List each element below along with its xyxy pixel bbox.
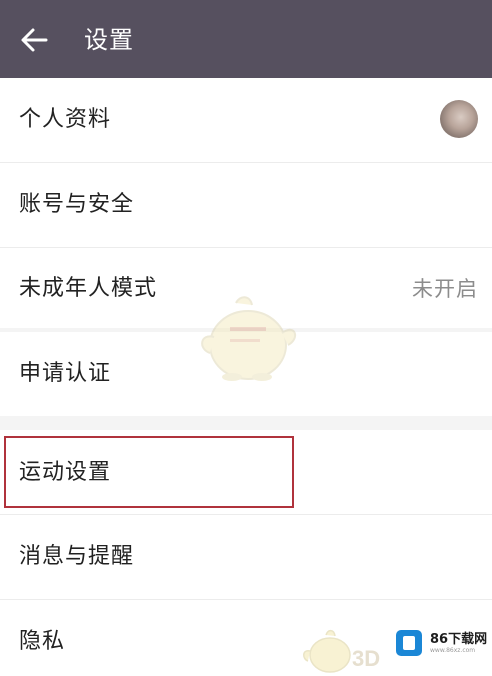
settings-item-label: 运动设置 bbox=[19, 460, 112, 485]
settings-item-label: 隐私 bbox=[19, 629, 66, 654]
watermark-site-url: www.86xz.com bbox=[430, 646, 476, 654]
section-divider bbox=[0, 416, 492, 430]
settings-item-notifications[interactable]: 消息与提醒 bbox=[0, 515, 492, 599]
settings-item-account-security[interactable]: 账号与安全 bbox=[0, 163, 492, 247]
avatar bbox=[440, 100, 478, 138]
page-title: 设置 bbox=[84, 26, 134, 54]
app-bar: 设置 bbox=[0, 0, 492, 78]
settings-item-label: 消息与提醒 bbox=[19, 544, 135, 569]
settings-item-label: 个人资料 bbox=[19, 107, 112, 132]
minor-mode-status: 未开启 bbox=[412, 277, 478, 301]
settings-item-profile[interactable]: 个人资料 bbox=[0, 78, 492, 162]
settings-item-label: 申请认证 bbox=[19, 361, 112, 386]
watermark-text: 86下载网 www.86xz.com bbox=[430, 632, 487, 655]
settings-page: 设置 个人资料 账号与安全 未成年人模式 未开启 申请认证 运动设置 消息与提醒… bbox=[0, 0, 492, 676]
settings-item-minor-mode[interactable]: 未成年人模式 未开启 bbox=[0, 248, 492, 328]
settings-item-verification[interactable]: 申请认证 bbox=[0, 332, 492, 416]
settings-item-sport-settings[interactable]: 运动设置 bbox=[0, 430, 492, 514]
arrow-left-icon bbox=[21, 28, 48, 52]
watermark-3d-text: 3D bbox=[352, 646, 381, 671]
settings-item-label: 账号与安全 bbox=[19, 192, 135, 217]
cube-logo-icon bbox=[396, 630, 422, 656]
watermark-site-name: 86下载网 bbox=[430, 631, 488, 647]
back-button[interactable] bbox=[16, 20, 56, 60]
watermark-badge: 86下载网 www.86xz.com bbox=[394, 624, 492, 662]
settings-item-label: 未成年人模式 bbox=[19, 276, 158, 301]
